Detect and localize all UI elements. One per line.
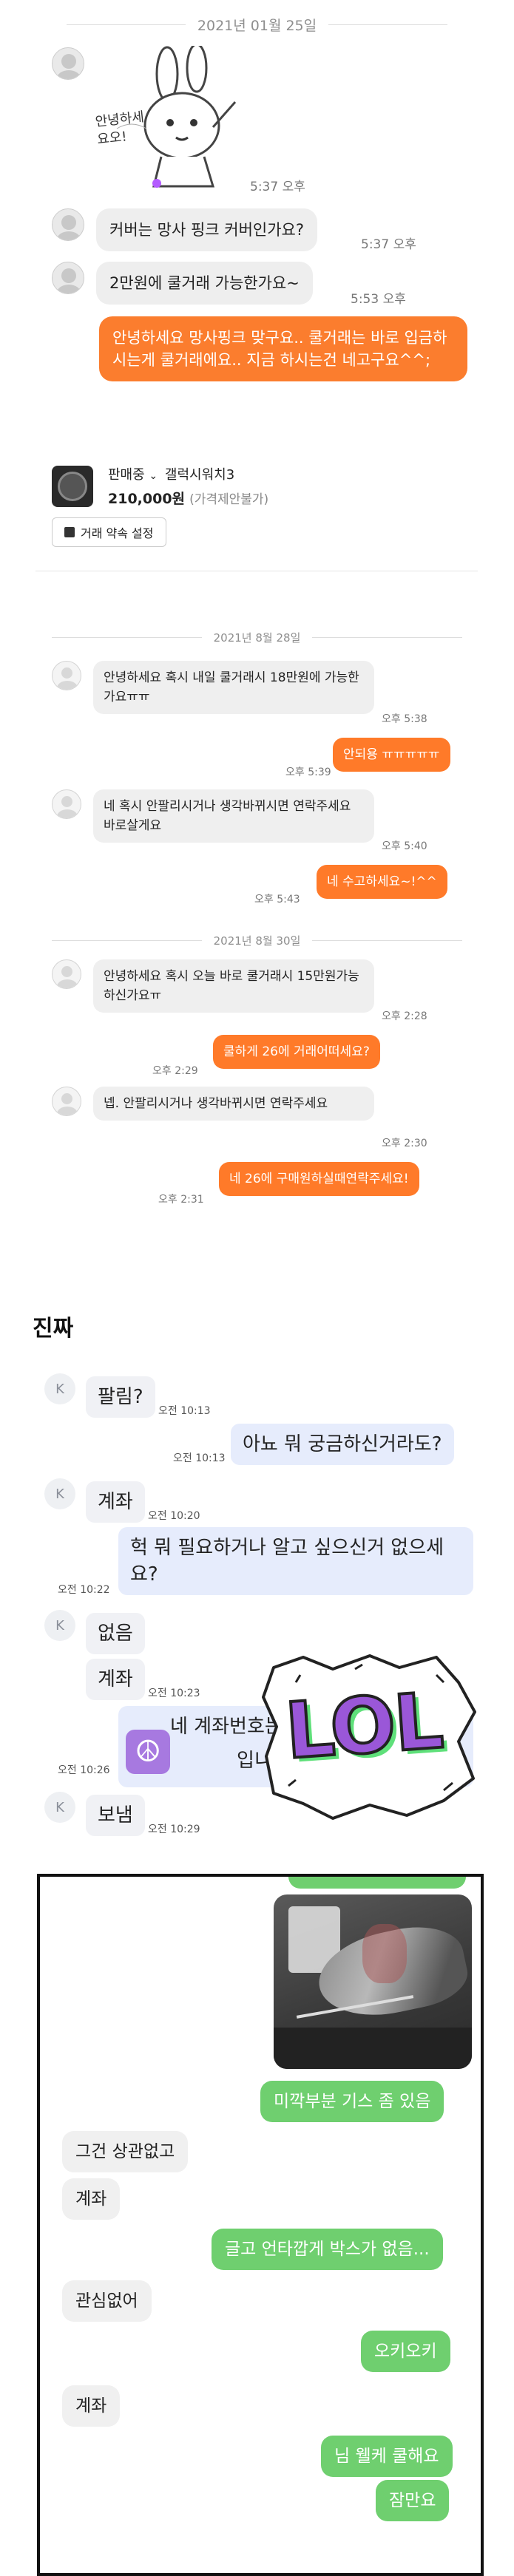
avatar[interactable] [52,661,81,690]
timestamp: 오후 5:40 [382,840,427,852]
date-divider: 2021년 8월 30일 [52,933,462,948]
message-bubble: 계좌 [62,2178,121,2220]
calendar-icon [64,527,75,537]
message-bubble-mine: 네 수고하세요~!^^ [317,865,447,899]
avatar[interactable]: K [44,1373,75,1404]
appointment-button[interactable]: 거래 약속 설정 [52,517,166,547]
timestamp: 오후 5:39 [285,767,331,778]
avatar[interactable] [52,789,81,819]
product-status[interactable]: 판매중 ⌄ 갤럭시워치3 [108,464,234,483]
message-bubble: 안녕하세요 혹시 오늘 바로 쿨거래시 15만원가능하신가요ㅠ [93,959,374,1013]
timestamp: 5:37 오후 [361,237,416,252]
timestamp: 오후 2:29 [152,1065,198,1077]
message-bubble: 2만원에 쿨거래 가능한가요~ [96,262,313,305]
avatar[interactable] [52,208,84,241]
message-bubble-mine: 오키오키 [361,2331,450,2372]
message-bubble: 계좌 [62,2385,121,2427]
section-heading: 진짜 [33,1316,74,1342]
timestamp: 오후 5:38 [382,713,427,725]
date-label: 2021년 8월 30일 [213,934,301,948]
avatar[interactable] [52,47,84,80]
timestamp: 오전 10:29 [148,1824,200,1835]
message-bubble-mine: 네 26에 구매원하실때연락주세요! [219,1162,419,1196]
message-bubble: 관심없어 [62,2280,152,2322]
message-bubble: 없음 [86,1613,145,1654]
timestamp: 오전 10:13 [158,1405,211,1417]
message-bubble-mine: 헉 뭐 필요하거나 알고 싶으신거 없으세요? [118,1527,473,1595]
message-bubble-mine: 쿨하게 26에 거래어떠세요? [213,1035,380,1069]
timestamp: 오후 2:30 [382,1138,427,1149]
price-note: (가격제안불가) [189,492,269,507]
avatar[interactable]: K [44,1478,75,1509]
product-price: 210,000원 [108,491,186,507]
message-bubble-mine: 미깍부분 기스 좀 있음 [260,2081,444,2122]
message-bubble-mine: 잠만요 [376,2480,450,2521]
product-price-row: 210,000원 (가격제안불가) [108,488,268,508]
timestamp: 오후 2:31 [158,1194,204,1206]
date-divider: 2021년 01월 25일 [67,15,448,35]
product-thumbnail[interactable] [52,466,93,507]
timestamp: 오전 10:13 [173,1452,226,1464]
timestamp: 오전 10:22 [58,1584,110,1596]
avatar[interactable] [52,959,81,989]
date-divider: 2021년 8월 28일 [52,630,462,645]
timestamp: 5:37 오후 [250,180,305,194]
message-bubble: 팔림? [86,1376,155,1418]
message-bubble-mine: 안되용 ㅠㅠㅠㅠㅠ [333,738,450,772]
photo-message[interactable] [274,1894,472,2069]
timestamp: 5:53 오후 [351,292,406,307]
partial-bubble [288,1877,466,1889]
date-label: 2021년 8월 28일 [213,631,301,645]
avatar[interactable]: K [44,1792,75,1823]
message-bubble: 안녕하세요 혹시 내일 쿨거래시 18만원에 가능한가요ㅠㅠ [93,661,374,714]
message-bubble: 그건 상관없고 [62,2131,189,2172]
screenshot-frame: 미깍부분 기스 좀 있음 그건 상관없고 계좌 글고 언타깝게 박스가 없음..… [37,1874,484,2576]
status-label: 판매중 [108,467,145,483]
message-bubble-mine: 님 웰케 쿨해요 [321,2436,453,2477]
avatar[interactable]: K [44,1610,75,1641]
message-bubble: 계좌 [86,1659,145,1700]
message-bubble: 넵. 안팔리시거나 생각바뀌시면 연락주세요 [93,1087,374,1121]
chevron-down-icon: ⌄ [149,470,158,482]
avatar[interactable] [52,1087,81,1116]
message-bubble: 네 혹시 안팔리시거나 생각바뀌시면 연락주세요 바로살게요 [93,789,374,843]
message-bubble-mine: 안녕하세요 망사핑크 맞구요.. 쿨거래는 바로 입금하시는게 쿨거래에요.. … [99,316,467,381]
date-label: 2021년 01월 25일 [197,18,317,34]
timestamp: 오후 5:43 [254,894,300,905]
message-bubble-mine: 아뇨 뭐 궁금하신거라도? [231,1424,454,1465]
appointment-button-label: 거래 약속 설정 [81,526,154,540]
message-bubble: 커버는 망사 핑크 커버인가요? [96,208,318,251]
timestamp: 오전 10:26 [58,1764,110,1776]
lol-text: LOL [281,1674,446,1778]
message-bubble-mine: 글고 언타깝게 박스가 없음... [212,2229,443,2270]
sticker-text: 안녕하세요오! [94,109,145,148]
peace-icon: ☮ [126,1730,170,1774]
product-name: 갤럭시워치3 [164,467,235,483]
partial-bubble [40,2542,481,2573]
timestamp: 오전 10:20 [148,1510,200,1522]
message-bubble: 보냄 [86,1795,145,1836]
timestamp: 오후 2:28 [382,1010,427,1022]
timestamp: 오전 10:23 [148,1688,200,1699]
message-bubble: 계좌 [86,1481,145,1523]
avatar[interactable] [52,262,84,294]
